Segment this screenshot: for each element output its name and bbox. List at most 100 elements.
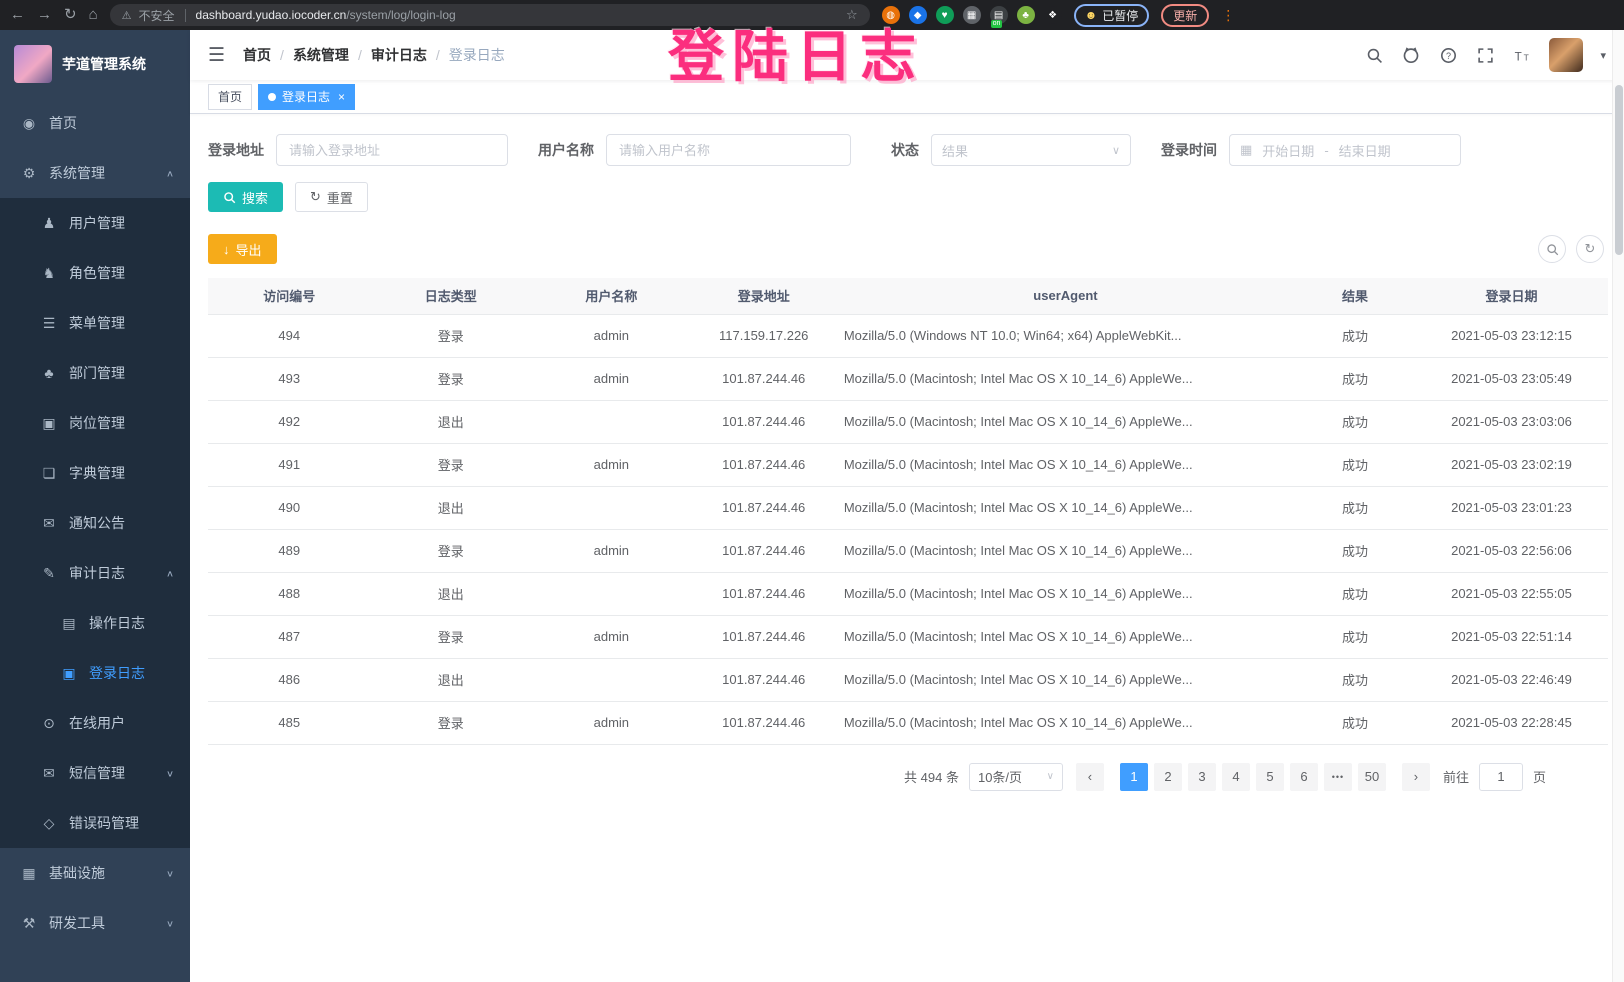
cell-result: 成功 xyxy=(1295,400,1415,443)
browser-update-button[interactable]: 更新 xyxy=(1161,4,1209,27)
sidebar-item-audit-log[interactable]: ✎ 审计日志 ∧ xyxy=(0,548,190,598)
sidebar-item-home[interactable]: ◉ 首页 xyxy=(0,98,190,148)
menu-item-icon: ❏ xyxy=(39,465,59,482)
column-header-agent: userAgent xyxy=(836,278,1295,314)
cell-login-date: 2021-05-03 22:56:06 xyxy=(1415,529,1608,572)
start-date-placeholder: 开始日期 xyxy=(1262,141,1314,160)
search-button[interactable]: 搜索 xyxy=(208,182,283,212)
browser-menu-icon[interactable]: ⋮ xyxy=(1221,7,1235,24)
sidebar-item-menu-management[interactable]: ☰ 菜单管理 xyxy=(0,298,190,348)
bookmark-star-icon[interactable]: ☆ xyxy=(846,7,858,23)
github-icon[interactable] xyxy=(1401,45,1421,65)
breadcrumb-item-audit-log[interactable]: 审计日志/ xyxy=(371,45,449,65)
sidebar-item-notice-announcement[interactable]: ✉ 通知公告 xyxy=(0,498,190,548)
security-warning-icon[interactable]: ⚠ xyxy=(122,9,132,22)
avatar-caret-down-icon[interactable]: ▾ xyxy=(1600,49,1606,62)
page-button-6[interactable]: 6 xyxy=(1290,763,1318,791)
chevron-icon: ∨ xyxy=(166,918,174,928)
sidebar-item-login-log[interactable]: ▣ 登录日志 xyxy=(0,648,190,698)
page-button-1[interactable]: 1 xyxy=(1120,763,1148,791)
page-scrollbar[interactable] xyxy=(1612,30,1624,982)
browser-forward-icon[interactable]: → xyxy=(37,0,52,30)
profile-paused-pill[interactable]: ☻已暂停 xyxy=(1074,4,1150,27)
tag-home[interactable]: 首页 xyxy=(208,84,252,110)
extension-icon-blue-gem[interactable]: ◆ xyxy=(909,6,927,24)
security-warning-label: 不安全 xyxy=(139,7,175,24)
browser-reload-icon[interactable]: ↻ xyxy=(64,0,77,30)
goto-page-input[interactable] xyxy=(1479,763,1523,791)
export-button[interactable]: ↓ 导出 xyxy=(208,234,277,264)
toggle-search-button[interactable] xyxy=(1538,235,1566,263)
cell-user-agent: Mozilla/5.0 (Macintosh; Intel Mac OS X 1… xyxy=(836,658,1295,701)
menu-item-icon: ♣ xyxy=(39,365,59,381)
table-row: 490 退出 101.87.244.46 Mozilla/5.0 (Macint… xyxy=(208,486,1608,529)
page-button-2[interactable]: 2 xyxy=(1154,763,1182,791)
menu-item-icon: ♞ xyxy=(39,265,59,282)
url-path: /system/log/login-log xyxy=(346,8,455,22)
login-time-range-picker[interactable]: ▦ 开始日期 - 结束日期 xyxy=(1229,134,1461,166)
extension-icon-puzzle[interactable]: ❖ xyxy=(1044,6,1062,24)
page-button-3[interactable]: 3 xyxy=(1188,763,1216,791)
sidebar-item-role-management[interactable]: ♞ 角色管理 xyxy=(0,248,190,298)
browser-back-icon[interactable]: ← xyxy=(10,0,25,30)
prev-page-button[interactable]: ‹ xyxy=(1076,763,1104,791)
font-size-icon[interactable]: TT xyxy=(1512,45,1532,65)
sidebar-item-infrastructure[interactable]: ▦ 基础设施 ∨ xyxy=(0,848,190,898)
reset-button[interactable]: ↻ 重置 xyxy=(295,182,368,212)
address-bar[interactable]: ⚠ 不安全 dashboard.yudao.iocoder.cn/system/… xyxy=(110,4,870,26)
extension-icon-leaf[interactable]: ♣ xyxy=(1017,6,1035,24)
page-button-4[interactable]: 4 xyxy=(1222,763,1250,791)
tag-login-log[interactable]: 登录日志× xyxy=(258,84,355,110)
menu-item-icon: ⚒ xyxy=(19,915,39,932)
sidebar-item-sms-management[interactable]: ✉ 短信管理 ∨ xyxy=(0,748,190,798)
breadcrumb-item-system-management[interactable]: 系统管理/ xyxy=(293,45,371,65)
page-button-50[interactable]: 50 xyxy=(1358,763,1386,791)
cell-log-type: 退出 xyxy=(371,572,532,615)
menu-item-icon: ▦ xyxy=(19,865,39,882)
sidebar-item-dict-management[interactable]: ❏ 字典管理 xyxy=(0,448,190,498)
sidebar-toggle-icon[interactable]: ☰ xyxy=(208,44,225,67)
table-row: 493 登录 admin 101.87.244.46 Mozilla/5.0 (… xyxy=(208,357,1608,400)
sidebar-item-user-management[interactable]: ♟ 用户管理 xyxy=(0,198,190,248)
extension-icon-green-heart[interactable]: ♥ xyxy=(936,6,954,24)
sidebar-item-operation-log[interactable]: ▤ 操作日志 xyxy=(0,598,190,648)
sidebar-item-error-code-management[interactable]: ◇ 错误码管理 xyxy=(0,798,190,848)
tag-dot-icon xyxy=(268,93,276,101)
tag-close-icon[interactable]: × xyxy=(338,90,345,104)
svg-text:T: T xyxy=(1524,52,1529,62)
extension-icon-list-on[interactable]: ▤on xyxy=(990,6,1008,24)
sidebar-item-post-management[interactable]: ▣ 岗位管理 xyxy=(0,398,190,448)
cell-username xyxy=(531,486,692,529)
sidebar-logo[interactable]: 芋道管理系统 xyxy=(0,30,190,98)
menu-item-label: 系统管理 xyxy=(49,163,105,183)
menu-item-label: 字典管理 xyxy=(69,463,125,483)
sidebar-item-online-users[interactable]: ⊙ 在线用户 xyxy=(0,698,190,748)
cell-access-id: 493 xyxy=(208,357,371,400)
extension-icon-grid[interactable]: ▦ xyxy=(963,6,981,24)
extension-glyph: ▤ xyxy=(994,10,1003,21)
browser-home-icon[interactable]: ⌂ xyxy=(89,0,98,30)
search-icon[interactable] xyxy=(1364,45,1384,65)
scrollbar-thumb[interactable] xyxy=(1615,85,1623,255)
extension-icon-orange[interactable]: ◍ xyxy=(882,6,900,24)
help-icon[interactable]: ? xyxy=(1438,45,1458,65)
breadcrumb-item-home[interactable]: 首页/ xyxy=(243,45,293,65)
sidebar-item-devtools[interactable]: ⚒ 研发工具 ∨ xyxy=(0,898,190,948)
refresh-table-button[interactable]: ↻ xyxy=(1576,235,1604,263)
page-size-select[interactable]: 10条/页 ∨ xyxy=(969,763,1063,791)
user-avatar[interactable] xyxy=(1549,38,1583,72)
cell-user-agent: Mozilla/5.0 (Macintosh; Intel Mac OS X 1… xyxy=(836,357,1295,400)
sidebar-item-system-management[interactable]: ⚙ 系统管理 ∧ xyxy=(0,148,190,198)
username-input[interactable] xyxy=(606,134,851,166)
login-address-input[interactable] xyxy=(276,134,508,166)
sidebar-item-department-management[interactable]: ♣ 部门管理 xyxy=(0,348,190,398)
fullscreen-icon[interactable] xyxy=(1475,45,1495,65)
chevron-icon: ∧ xyxy=(166,568,174,578)
cell-username: admin xyxy=(531,314,692,357)
next-page-button[interactable]: › xyxy=(1402,763,1430,791)
page-button-5[interactable]: 5 xyxy=(1256,763,1284,791)
breadcrumb-item-login-log[interactable]: 登录日志 xyxy=(449,45,505,65)
status-select[interactable]: 结果 ∨ xyxy=(931,134,1131,166)
column-header-user: 用户名称 xyxy=(531,278,692,314)
page-button-more[interactable]: ••• xyxy=(1324,763,1352,791)
